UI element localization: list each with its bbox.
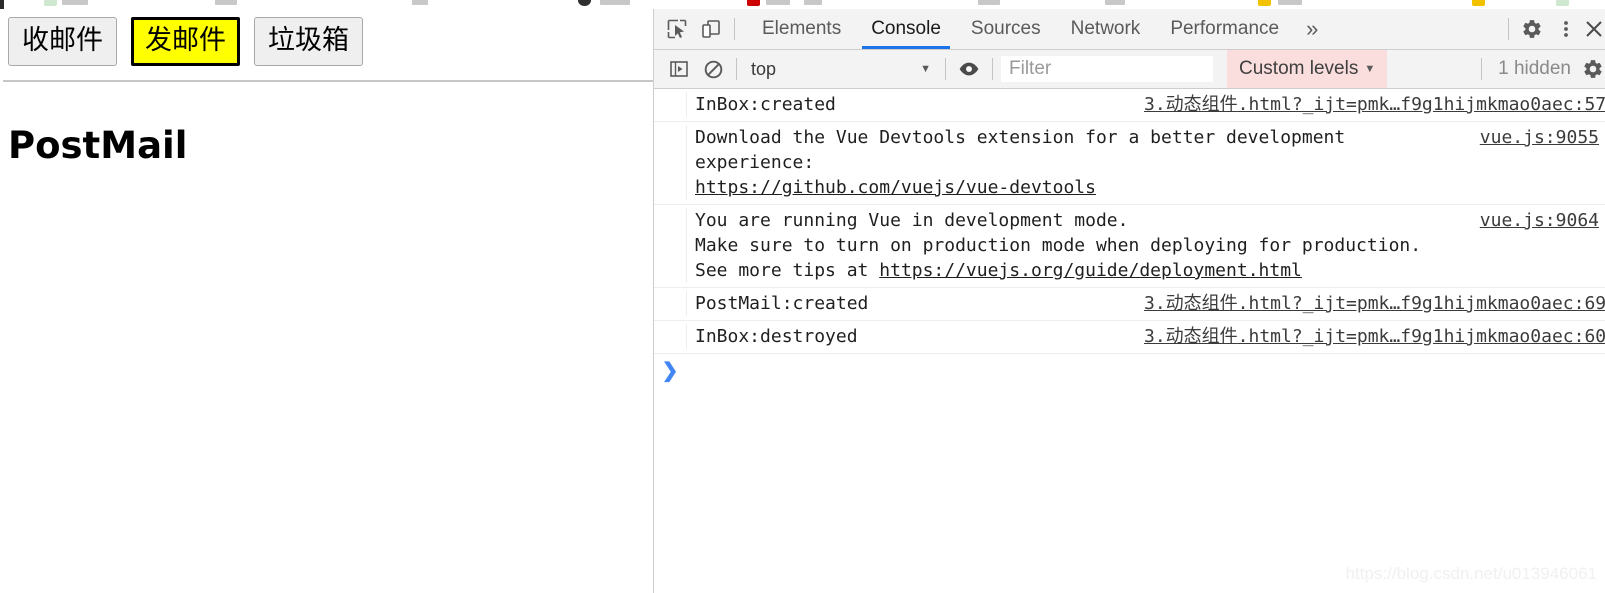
toolbar-separator [734, 18, 735, 40]
message-gutter [654, 92, 687, 117]
inspect-element-icon[interactable] [660, 12, 694, 46]
console-filter-bar-right: 1 hidden [1475, 50, 1605, 88]
filterbar-separator [1481, 58, 1483, 80]
prompt-chevron-icon: ❯ [661, 360, 679, 382]
tab-sources[interactable]: Sources [956, 9, 1056, 49]
console-message-row[interactable]: You are running Vue in development mode.… [654, 205, 1605, 288]
message-text: You are running Vue in development mode.… [695, 210, 1422, 281]
message-source-link[interactable]: 3.动态组件.html?_ijt=pmk…f9g1hijmkmao0aec:60 [1144, 324, 1605, 349]
console-filter-input[interactable] [1001, 56, 1213, 82]
message-text: InBox:created [695, 94, 836, 115]
log-levels-label: Custom levels [1239, 58, 1359, 79]
close-icon[interactable] [1583, 12, 1605, 46]
clear-console-glyph [704, 60, 722, 78]
tab-console[interactable]: Console [856, 9, 956, 49]
console-message-row[interactable]: Download the Vue Devtools extension for … [654, 122, 1605, 205]
message-body: PostMail:created 3.动态组件.html?_ijt=pmk…f9… [687, 291, 1605, 316]
toolbar-separator [1508, 18, 1509, 40]
console-message-list[interactable]: InBox:created 3.动态组件.html?_ijt=pmk…f9g1h… [654, 89, 1605, 593]
device-toolbar-glyph [702, 20, 720, 38]
bookmark-label[interactable] [804, 0, 822, 5]
message-text: Download the Vue Devtools extension for … [695, 127, 1346, 198]
message-inline-link[interactable]: https://vuejs.org/guide/deployment.html [879, 260, 1302, 281]
message-body: InBox:destroyed 3.动态组件.html?_ijt=pmk…f9g… [687, 324, 1605, 349]
filterbar-separator [945, 58, 946, 80]
inspect-element-glyph [667, 19, 687, 39]
mail-tab-button-group: 收邮件 发邮件 垃圾箱 [8, 17, 363, 66]
device-toolbar-icon[interactable] [694, 12, 728, 46]
console-context-value: top [751, 58, 777, 79]
clear-console-icon[interactable] [696, 52, 730, 86]
bookmark-label[interactable] [600, 0, 630, 5]
page-divider [3, 80, 653, 82]
message-inline-link[interactable]: https://github.com/vuejs/vue-devtools [695, 177, 1096, 198]
tab-elements[interactable]: Elements [747, 9, 856, 49]
more-vertical-icon[interactable] [1549, 12, 1583, 46]
message-text: PostMail:created [695, 293, 869, 314]
bookmark-label[interactable] [978, 0, 1000, 5]
bookmark-label[interactable] [1105, 0, 1125, 5]
console-message-row[interactable]: InBox:created 3.动态组件.html?_ijt=pmk…f9g1h… [654, 89, 1605, 122]
gear-glyph [1584, 60, 1602, 78]
message-gutter [654, 291, 687, 316]
console-prompt-input[interactable] [686, 360, 1605, 382]
bookmark-label[interactable] [412, 0, 428, 5]
message-source-link[interactable]: 3.动态组件.html?_ijt=pmk…f9g1hijmkmao0aec:57 [1144, 92, 1605, 117]
bookmark-favicon[interactable] [1258, 0, 1271, 6]
mail-tab-button-inbox[interactable]: 收邮件 [8, 17, 117, 66]
message-body: InBox:created 3.动态组件.html?_ijt=pmk…f9g1h… [687, 92, 1605, 117]
message-gutter [654, 324, 687, 349]
bookmarks-bar-strip [0, 0, 1605, 9]
live-expression-eye-icon[interactable] [952, 52, 986, 86]
more-tabs-chevron-icon[interactable]: » [1294, 9, 1330, 49]
bookmark-favicon[interactable] [578, 0, 591, 6]
console-filter-bar: top ▼ Custom levels ▼ 1 hidden [654, 50, 1605, 89]
filterbar-separator [736, 58, 737, 80]
message-body: Download the Vue Devtools extension for … [687, 125, 1605, 200]
close-glyph [1586, 21, 1602, 37]
console-message-row[interactable]: InBox:destroyed 3.动态组件.html?_ijt=pmk…f9g… [654, 321, 1605, 354]
chevron-down-icon: ▼ [920, 63, 931, 75]
bookmark-favicon[interactable] [747, 0, 760, 6]
console-sidebar-glyph [670, 61, 688, 77]
message-gutter [654, 208, 687, 283]
mail-tab-button-postmail[interactable]: 发邮件 [131, 17, 240, 66]
devtools-tabs: Elements Console Sources Network Perform… [747, 9, 1330, 49]
hidden-messages-count[interactable]: 1 hidden [1488, 58, 1581, 80]
bookmark-favicon[interactable] [44, 0, 57, 6]
gear-glyph [1523, 20, 1541, 38]
bookmark-favicon[interactable] [1472, 0, 1485, 6]
message-text: InBox:destroyed [695, 326, 858, 347]
devtools-panel: Elements Console Sources Network Perform… [653, 9, 1605, 593]
filterbar-separator [992, 58, 993, 80]
message-source-link[interactable]: vue.js:9064 [1480, 208, 1599, 233]
console-sidebar-icon[interactable] [662, 52, 696, 86]
console-message-row[interactable]: PostMail:created 3.动态组件.html?_ijt=pmk…f9… [654, 288, 1605, 321]
window-edge [0, 0, 4, 9]
message-gutter [654, 125, 687, 200]
bookmark-label[interactable] [766, 0, 790, 5]
page-title: PostMail [8, 123, 188, 167]
message-source-link[interactable]: vue.js:9055 [1480, 125, 1599, 150]
console-context-selector[interactable]: top ▼ [743, 56, 939, 82]
more-vertical-glyph [1564, 21, 1568, 37]
bookmark-label[interactable] [62, 0, 88, 5]
devtools-tab-bar: Elements Console Sources Network Perform… [654, 9, 1605, 50]
console-prompt-row[interactable]: ❯ [654, 354, 1605, 382]
message-source-link[interactable]: 3.动态组件.html?_ijt=pmk…f9g1hijmkmao0aec:69 [1144, 291, 1605, 316]
mail-tab-button-trash[interactable]: 垃圾箱 [254, 17, 363, 66]
message-body: You are running Vue in development mode.… [687, 208, 1605, 283]
gear-icon[interactable] [1515, 12, 1549, 46]
devtools-tabbar-right-actions [1502, 9, 1605, 49]
console-log-levels-dropdown[interactable]: Custom levels ▼ [1227, 50, 1388, 88]
tab-network[interactable]: Network [1056, 9, 1156, 49]
chevron-down-icon: ▼ [1364, 63, 1376, 75]
bookmark-label[interactable] [1278, 0, 1302, 5]
eye-glyph [959, 62, 979, 76]
tab-performance[interactable]: Performance [1155, 9, 1294, 49]
bookmark-favicon[interactable] [1556, 0, 1569, 6]
gear-icon[interactable] [1581, 52, 1605, 86]
bookmark-label[interactable] [215, 0, 237, 5]
web-page-content: 收邮件 发邮件 垃圾箱 PostMail [0, 9, 653, 593]
